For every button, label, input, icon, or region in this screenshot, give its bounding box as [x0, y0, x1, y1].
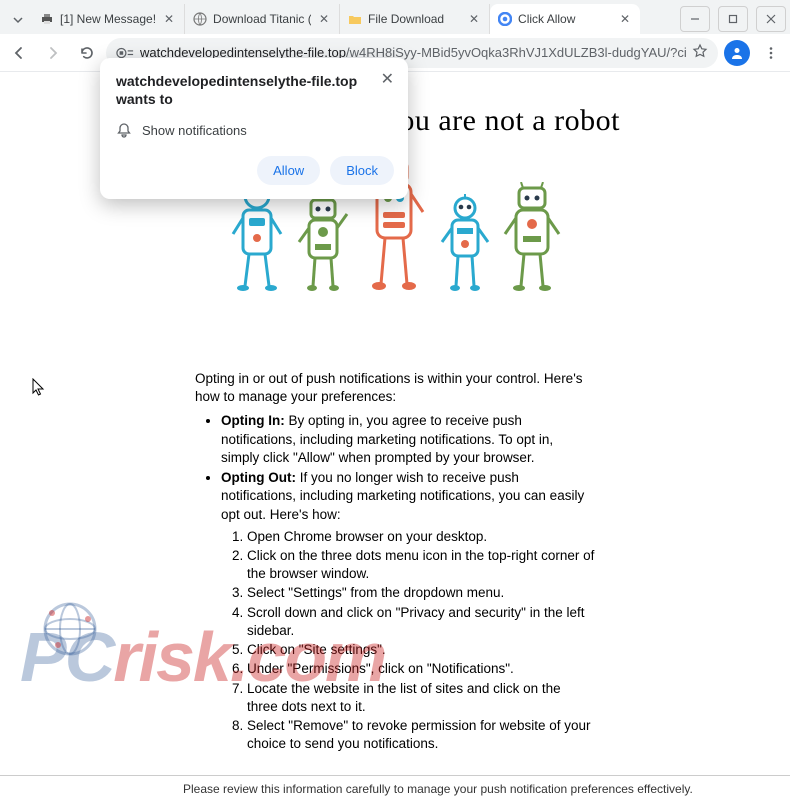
bullet-opt-out: Opting Out: If you no longer wish to rec… — [221, 469, 595, 524]
steps-list: Open Chrome browser on your desktop. Cli… — [247, 528, 595, 754]
printer-icon — [40, 12, 54, 26]
step-item: Open Chrome browser on your desktop. — [247, 528, 595, 546]
step-item: Click on the three dots menu icon in the… — [247, 547, 595, 583]
close-icon[interactable]: ✕ — [618, 12, 632, 26]
tab-new-message[interactable]: [1] New Message! ✕ — [32, 4, 185, 34]
tab-title: Download Titanic (1997) 10 — [213, 12, 311, 26]
notification-permission-prompt: watchdevelopedintenselythe-file.top want… — [100, 58, 408, 199]
content-body: Opting in or out of push notifications i… — [195, 370, 595, 753]
folder-icon — [348, 12, 362, 26]
cursor-icon — [32, 378, 46, 403]
block-button[interactable]: Block — [330, 156, 394, 185]
bullet-opt-in: Opting In: By opting in, you agree to re… — [221, 412, 595, 467]
chrome-doc-icon — [498, 12, 512, 26]
review-text: Please review this information carefully… — [0, 776, 790, 796]
close-icon[interactable]: ✕ — [162, 12, 176, 26]
maximize-button[interactable] — [718, 6, 748, 32]
step-item: Under "Permissions", click on "Notificat… — [247, 660, 595, 678]
tab-download-titanic[interactable]: Download Titanic (1997) 10 ✕ — [185, 4, 340, 34]
tab-search-dropdown[interactable] — [4, 6, 32, 34]
step-item: Locate the website in the list of sites … — [247, 680, 595, 716]
tab-strip: [1] New Message! ✕ Download Titanic (199… — [32, 0, 676, 34]
window-controls — [676, 4, 790, 34]
minimize-button[interactable] — [680, 6, 710, 32]
title-bar: [1] New Message! ✕ Download Titanic (199… — [0, 0, 790, 34]
tab-click-allow[interactable]: Click Allow ✕ — [490, 4, 640, 34]
profile-button[interactable] — [722, 38, 752, 68]
avatar-icon — [724, 40, 750, 66]
forward-button[interactable] — [38, 38, 68, 68]
intro-text: Opting in or out of push notifications i… — [195, 370, 595, 406]
robot-icon — [437, 194, 493, 294]
reload-button[interactable] — [72, 38, 102, 68]
bookmark-icon[interactable] — [692, 43, 708, 62]
bullet-list: Opting In: By opting in, you agree to re… — [221, 412, 595, 523]
tab-title: Click Allow — [518, 12, 612, 26]
prompt-permission-row: Show notifications — [116, 122, 394, 138]
tab-title: [1] New Message! — [60, 12, 156, 26]
close-icon[interactable]: ✕ — [381, 72, 394, 88]
menu-button[interactable] — [756, 38, 786, 68]
prompt-title: watchdevelopedintenselythe-file.top want… — [116, 72, 381, 108]
robot-icon — [295, 194, 351, 294]
globe-icon — [193, 12, 207, 26]
step-item: Select "Remove" to revoke permission for… — [247, 717, 595, 753]
allow-button[interactable]: Allow — [257, 156, 320, 185]
step-item: Select "Settings" from the dropdown menu… — [247, 584, 595, 602]
back-button[interactable] — [4, 38, 34, 68]
step-item: Click on "Site settings". — [247, 641, 595, 659]
robot-icon — [501, 182, 563, 294]
bell-icon — [116, 122, 132, 138]
close-icon[interactable]: ✕ — [317, 12, 331, 26]
step-item: Scroll down and click on "Privacy and se… — [247, 604, 595, 640]
tab-file-download[interactable]: File Download ✕ — [340, 4, 490, 34]
close-window-button[interactable] — [756, 6, 786, 32]
tab-title: File Download — [368, 12, 461, 26]
page-viewport: Click "Allow" if you are not a robot — [0, 104, 790, 796]
close-icon[interactable]: ✕ — [467, 12, 481, 26]
prompt-permission-label: Show notifications — [142, 123, 247, 138]
